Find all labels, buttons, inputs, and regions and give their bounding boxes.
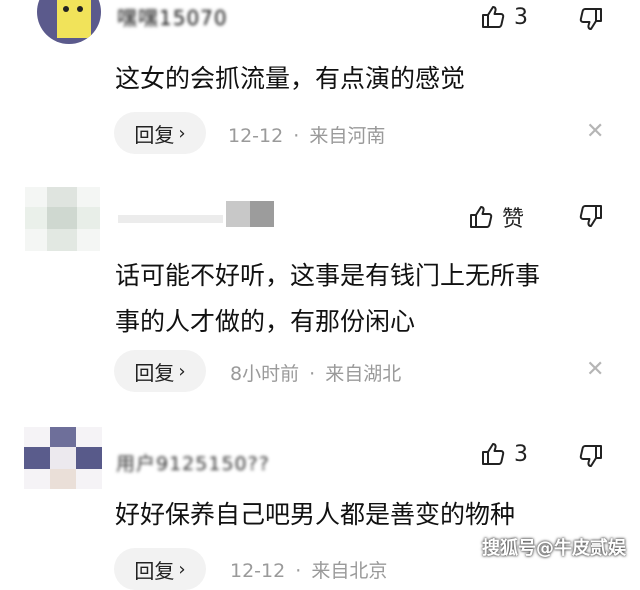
- comment-meta: 8小时前 · 来自湖北: [230, 359, 401, 386]
- username-redacted: [118, 201, 278, 227]
- thumbs-down-icon: [578, 6, 604, 32]
- comment-meta: 12-12 · 来自河南: [228, 121, 385, 148]
- username[interactable]: 嘿嘿15070: [117, 2, 228, 31]
- avatar[interactable]: [25, 187, 100, 251]
- chevron-right-icon: ›: [178, 122, 186, 144]
- thumbs-up-icon: [468, 204, 494, 230]
- close-icon[interactable]: ✕: [586, 357, 604, 382]
- close-icon[interactable]: ✕: [586, 119, 604, 144]
- reply-label: 回复: [134, 360, 175, 385]
- meta-separator: ·: [309, 363, 316, 385]
- comment-location: 来自河南: [309, 125, 386, 147]
- avatar-mosaic: [25, 187, 100, 251]
- like-button[interactable]: 3: [480, 4, 528, 30]
- comment-text-line: 这女的会抓流量，有点演的感觉: [115, 64, 466, 93]
- like-button[interactable]: 赞: [468, 201, 524, 233]
- thumbs-down-icon: [578, 203, 604, 229]
- thumbs-down-icon: [578, 443, 604, 469]
- thumbs-up-icon: [480, 441, 506, 467]
- reply-label: 回复: [134, 558, 175, 583]
- reply-label: 回复: [134, 122, 175, 147]
- chevron-right-icon: ›: [178, 558, 186, 580]
- comment-time: 12-12: [230, 560, 286, 582]
- comment-meta: 12-12 · 来自北京: [230, 556, 387, 583]
- comment-item: 嘿嘿15070 3 这女的会抓流量，有点演的感觉 回复 › 12-12 · 来自…: [0, 0, 640, 165]
- meta-separator: ·: [293, 125, 300, 147]
- comment-text-line: 好好保养自己吧男人都是善变的物种: [115, 500, 516, 529]
- comment-text-line: 话可能不好听，这事是有钱门上无所事: [115, 261, 541, 290]
- comment-text: 这女的会抓流量，有点演的感觉: [115, 56, 612, 102]
- username[interactable]: 用户9125150??: [116, 449, 270, 476]
- watermark: 搜狐号@牛皮贰娱: [482, 538, 626, 559]
- thumbs-up-icon: [480, 4, 506, 30]
- like-count: 3: [514, 4, 528, 30]
- meta-separator: ·: [295, 560, 302, 582]
- comment-location: 来自湖北: [325, 363, 402, 385]
- comment-time: 12-12: [228, 125, 284, 147]
- avatar-mosaic: [24, 427, 102, 489]
- comment-item: 赞 话可能不好听，这事是有钱门上无所事 事的人才做的，有那份闲心 回复 › 8小…: [0, 165, 640, 415]
- comment-location: 来自北京: [311, 560, 388, 582]
- dislike-button[interactable]: [578, 443, 604, 469]
- reply-button[interactable]: 回复 ›: [114, 112, 206, 154]
- dislike-button[interactable]: [578, 6, 604, 32]
- avatar[interactable]: [37, 0, 101, 44]
- reply-button[interactable]: 回复 ›: [114, 548, 206, 590]
- like-count: 3: [514, 441, 528, 467]
- like-button[interactable]: 3: [480, 441, 528, 467]
- dislike-button[interactable]: [578, 203, 604, 229]
- comment-text: 话可能不好听，这事是有钱门上无所事 事的人才做的，有那份闲心: [115, 253, 612, 345]
- avatar[interactable]: [24, 427, 102, 489]
- chevron-right-icon: ›: [178, 360, 186, 382]
- like-label: 赞: [502, 207, 525, 232]
- comment-time: 8小时前: [230, 363, 300, 385]
- comment-text: 好好保养自己吧男人都是善变的物种: [115, 492, 612, 538]
- reply-button[interactable]: 回复 ›: [114, 350, 206, 392]
- comment-text-line: 事的人才做的，有那份闲心: [115, 307, 416, 336]
